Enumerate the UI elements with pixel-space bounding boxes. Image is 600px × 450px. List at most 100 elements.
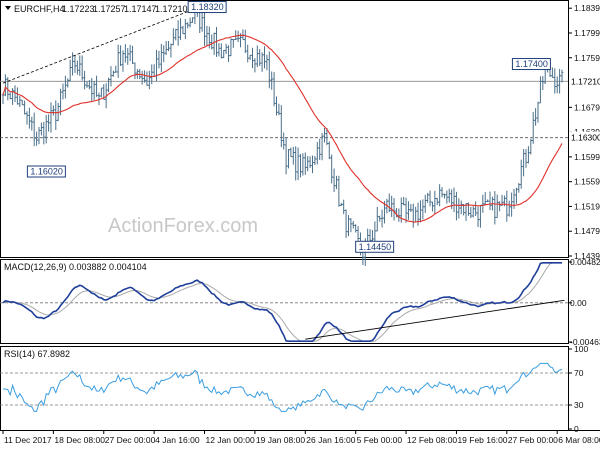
price-bar: [16, 87, 19, 105]
rsi-y-tick-label: 0: [574, 424, 579, 434]
price-bar: [25, 111, 29, 125]
price-bar: [431, 201, 434, 212]
dropdown-arrow-icon[interactable]: [5, 6, 11, 10]
price-bar: [332, 168, 336, 193]
price-bar: [342, 199, 345, 215]
price-bar: [347, 215, 350, 237]
price-bar: [495, 194, 499, 218]
price-bar: [270, 71, 274, 90]
price-bar: [164, 41, 168, 56]
price-bar: [447, 188, 451, 203]
price-y-tick-label: 1.16790: [574, 102, 600, 112]
price-bar: [44, 115, 48, 144]
price-bar: [505, 190, 509, 222]
price-bar: [263, 46, 266, 69]
price-bar: [378, 215, 381, 222]
price-bar: [404, 197, 408, 223]
price-bar: [275, 96, 278, 116]
price-bar: [296, 147, 300, 181]
price-bar: [435, 197, 439, 206]
price-bar: [539, 76, 542, 104]
annotation-label: 1.14450: [359, 242, 392, 252]
price-bar: [380, 209, 384, 228]
price-bar: [172, 28, 175, 46]
macd-trend-line: [305, 299, 565, 340]
price-bar: [167, 41, 170, 52]
price-bar: [35, 131, 38, 146]
price-bar: [464, 203, 468, 221]
price-bar: [351, 221, 355, 229]
price-bar: [320, 133, 324, 161]
macd-y-tick-label: 0.00: [570, 298, 587, 308]
ohlc-open: 1.17223: [62, 4, 95, 14]
price-bar: [23, 100, 26, 115]
price-bar: [349, 218, 353, 233]
price-bar: [308, 156, 312, 168]
price-bar: [419, 200, 422, 223]
x-tick-label: 19 Feb 16:00: [457, 435, 507, 445]
macd-panel-frame: [0, 259, 569, 344]
x-tick-label: 19 Jan 08:00: [256, 435, 305, 445]
price-bar: [256, 45, 259, 68]
price-bar: [488, 191, 492, 211]
price-bar: [49, 102, 53, 133]
price-bar: [534, 108, 537, 126]
price-bar: [73, 55, 77, 73]
moving-average-line: [2, 34, 563, 223]
price-bar: [268, 51, 271, 89]
price-panel-frame: [0, 0, 569, 258]
price-y-tick-label: 1.14790: [574, 226, 600, 236]
price-annotation: 1.16020: [26, 165, 66, 178]
price-bar: [152, 64, 156, 78]
price-bar: [327, 141, 331, 160]
price-bar: [426, 192, 429, 203]
price-bar: [124, 44, 127, 63]
price-bar: [11, 88, 14, 105]
price-y-tick-label: 1.17990: [574, 28, 600, 38]
price-bar: [160, 43, 163, 73]
price-bar: [409, 203, 413, 213]
price-bar: [184, 19, 187, 40]
price-bar: [313, 155, 317, 166]
price-bar: [126, 48, 130, 65]
price-bar: [131, 45, 134, 65]
x-tick-label: 26 Jan 16:00: [306, 435, 355, 445]
price-bar: [174, 28, 178, 41]
price-bar: [241, 29, 245, 41]
price-bar: [280, 105, 283, 148]
price-y-tick-label: 1.15990: [574, 152, 600, 162]
x-tick-label: 4 Jan 16:00: [155, 435, 200, 445]
price-y-tick-label: 1.15190: [574, 201, 600, 211]
price-y-tick-label: 1.15590: [574, 177, 600, 187]
price-bar: [517, 182, 521, 193]
price-bar: [210, 34, 214, 50]
price-bar: [32, 112, 36, 147]
price-bar: [143, 70, 146, 83]
x-tick-label: 5 Feb 00:00: [357, 435, 403, 445]
price-bar: [291, 146, 295, 165]
price-bar: [471, 206, 475, 218]
price-bar: [289, 147, 293, 158]
price-bar: [253, 58, 257, 73]
price-bar: [258, 49, 262, 67]
price-bar: [318, 138, 321, 160]
price-bar: [20, 99, 24, 106]
price-bar: [387, 193, 391, 213]
price-bar: [109, 66, 113, 87]
rsi-y-tick-label: 70: [574, 368, 584, 378]
price-bar: [162, 45, 166, 63]
price-bar: [47, 114, 50, 132]
symbol-label: EURCHF,H4: [14, 4, 65, 14]
price-bar: [373, 221, 377, 242]
price-bar: [30, 116, 34, 131]
price-bar: [323, 128, 326, 143]
price-bar: [232, 38, 235, 48]
price-y-tick-label: 1.18390: [574, 3, 600, 13]
price-bar: [148, 70, 151, 90]
price-bar: [37, 127, 41, 145]
price-bar: [335, 175, 338, 190]
price-bar: [433, 190, 437, 215]
price-bar: [80, 55, 84, 81]
price-bar: [440, 187, 444, 198]
price-bar: [301, 153, 305, 176]
